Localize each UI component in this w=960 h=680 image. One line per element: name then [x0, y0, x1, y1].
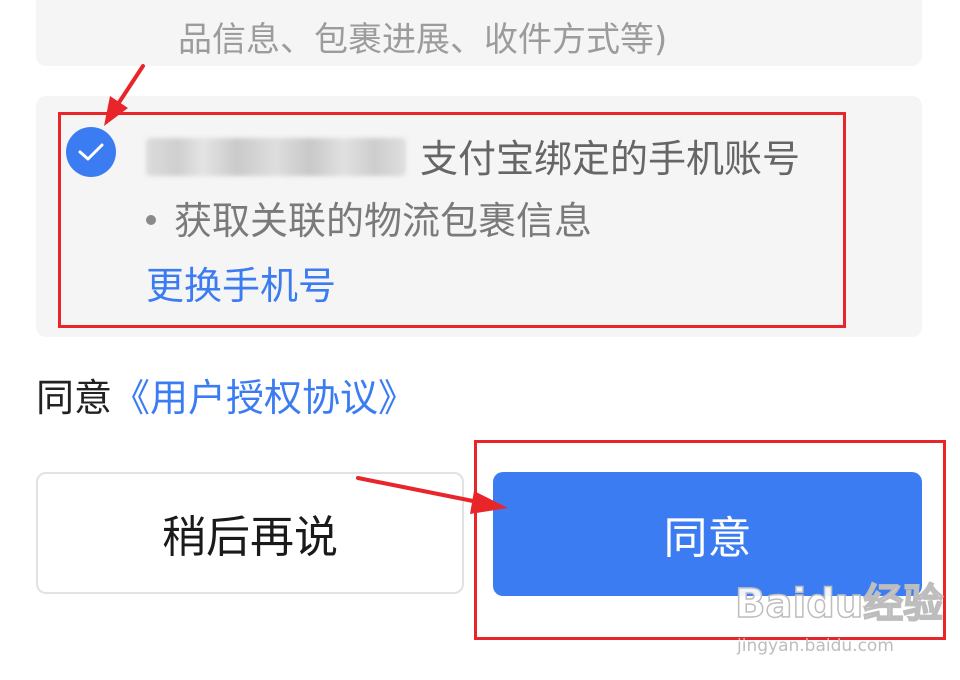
baidu-jingyan-watermark: Baidu经验 jingyan.baidu.com — [734, 578, 944, 668]
later-button[interactable]: 稍后再说 — [36, 472, 464, 594]
watermark-url: jingyan.baidu.com — [737, 636, 894, 656]
watermark-logo: Baidu经验 — [734, 580, 944, 628]
annotation-highlight-box-phone — [58, 112, 846, 328]
authorization-page: 品信息、包裹进展、收件方式等) 支付宝绑定的手机账号 获取关联的物流包裹信息 更… — [0, 0, 960, 680]
agreement-prefix: 同意 — [36, 376, 113, 420]
user-authorization-agreement-link[interactable]: 《用户授权协议》 — [112, 376, 416, 420]
agreement-line: 同意《用户授权协议》 — [36, 376, 416, 420]
info-card-top-text: 品信息、包裹进展、收件方式等) — [178, 20, 668, 60]
